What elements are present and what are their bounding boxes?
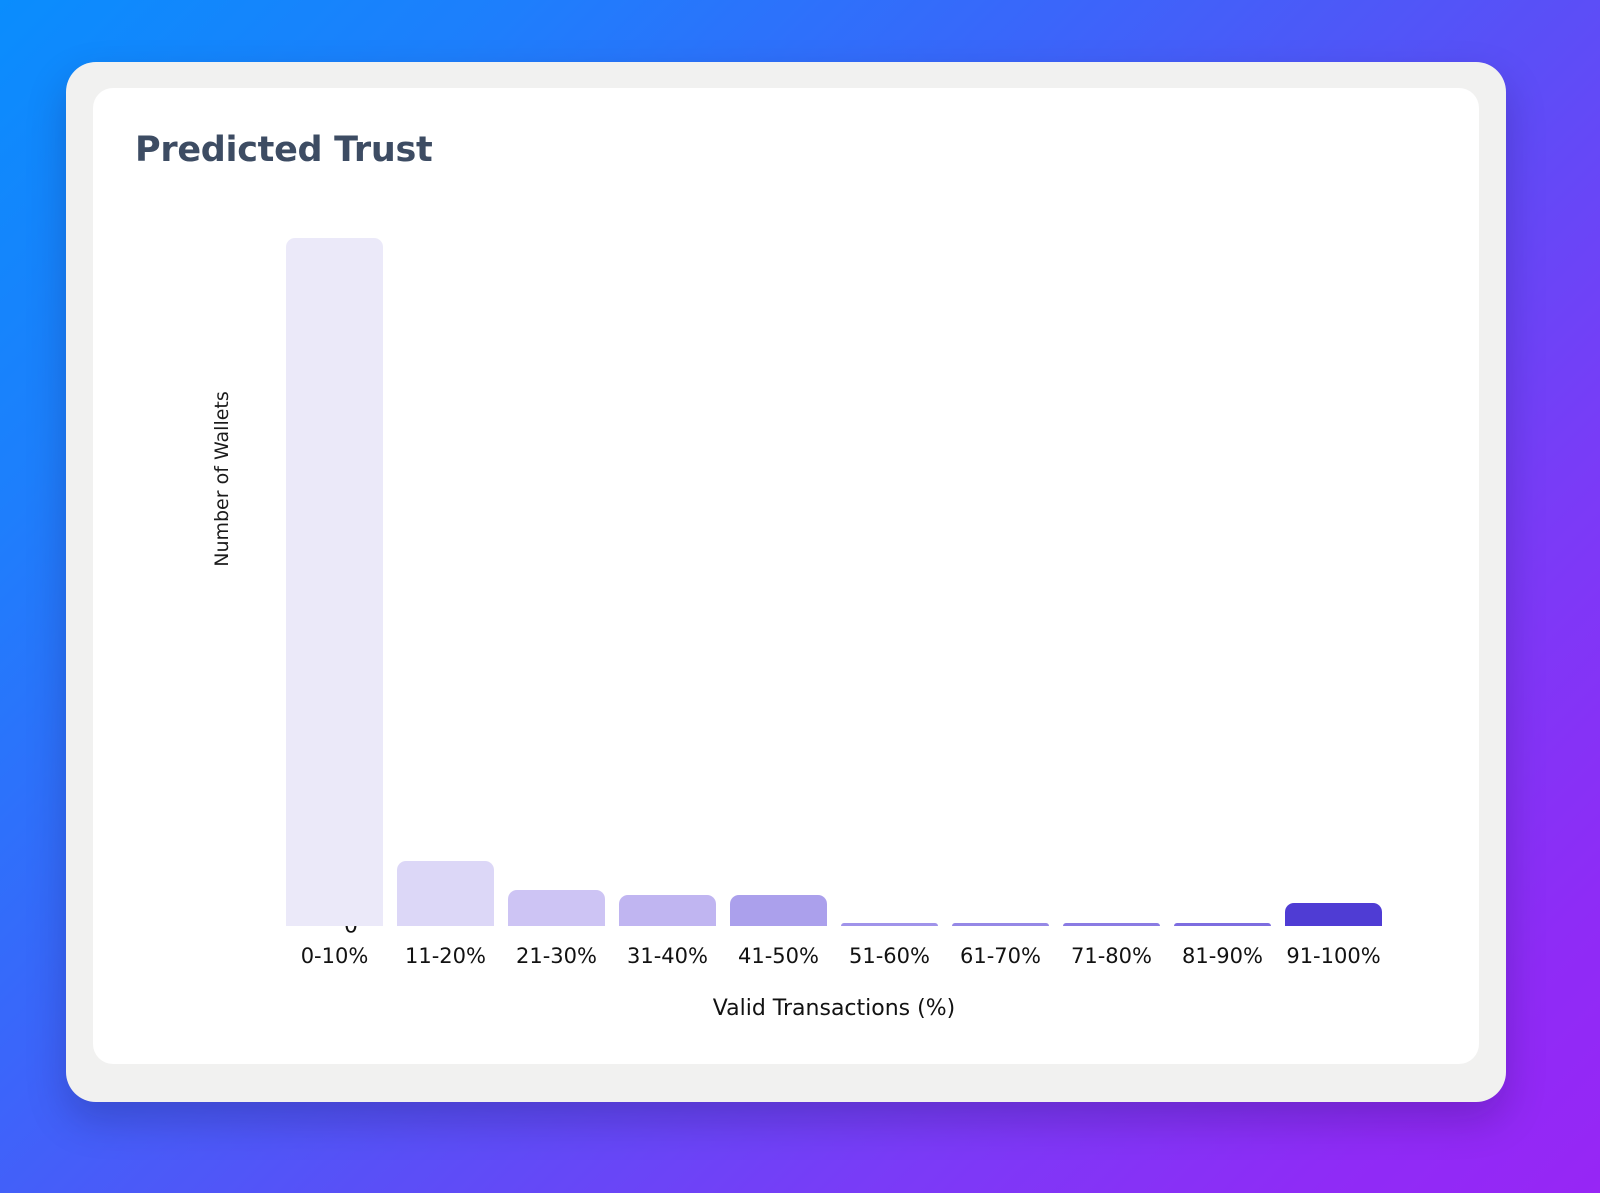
x-axis-tick: 21-30% (516, 944, 597, 968)
bar[interactable] (285, 238, 384, 926)
x-axis-tick: 81-90% (1182, 944, 1263, 968)
bar[interactable] (840, 923, 939, 926)
bar-group: 91-100% (1278, 238, 1389, 968)
bar-group: 81-90% (1167, 238, 1278, 968)
x-axis-tick: 61-70% (960, 944, 1041, 968)
bar[interactable] (396, 861, 495, 926)
bar[interactable] (1284, 902, 1383, 926)
bar-group: 11-20% (390, 238, 501, 968)
bar-group: 71-80% (1056, 238, 1167, 968)
plot-area: 0-10% 11-20% 21-30% 31-40% 41-50% 51-60% 61-70… (279, 238, 1389, 968)
x-axis-tick: 71-80% (1071, 944, 1152, 968)
bar-chart: Number of Wallets 05001,0001,5002,0002,5… (93, 88, 1479, 1064)
chart-card-outer: Predicted Trust Number of Wallets 05001,… (66, 62, 1506, 1102)
x-axis-tick: 41-50% (738, 944, 819, 968)
bar-group: 61-70% (945, 238, 1056, 968)
bar[interactable] (951, 923, 1050, 926)
chart-card-inner: Predicted Trust Number of Wallets 05001,… (93, 88, 1479, 1064)
bar[interactable] (1173, 923, 1272, 926)
x-axis-title: Valid Transactions (%) (712, 996, 956, 1021)
bar-group: 0-10% (279, 238, 390, 968)
x-axis-tick: 91-100% (1286, 944, 1381, 968)
bar[interactable] (618, 895, 717, 926)
x-axis-tick: 11-20% (405, 944, 486, 968)
bar-group: 21-30% (501, 238, 612, 968)
bar[interactable] (1062, 923, 1161, 926)
bar[interactable] (507, 890, 606, 926)
bar[interactable] (729, 894, 828, 926)
bar-group: 51-60% (834, 238, 945, 968)
bar-group: 41-50% (723, 238, 834, 968)
x-axis-tick: 51-60% (849, 944, 930, 968)
bar-group: 31-40% (612, 238, 723, 968)
x-axis-tick: 0-10% (300, 944, 369, 968)
x-axis-tick: 31-40% (627, 944, 708, 968)
